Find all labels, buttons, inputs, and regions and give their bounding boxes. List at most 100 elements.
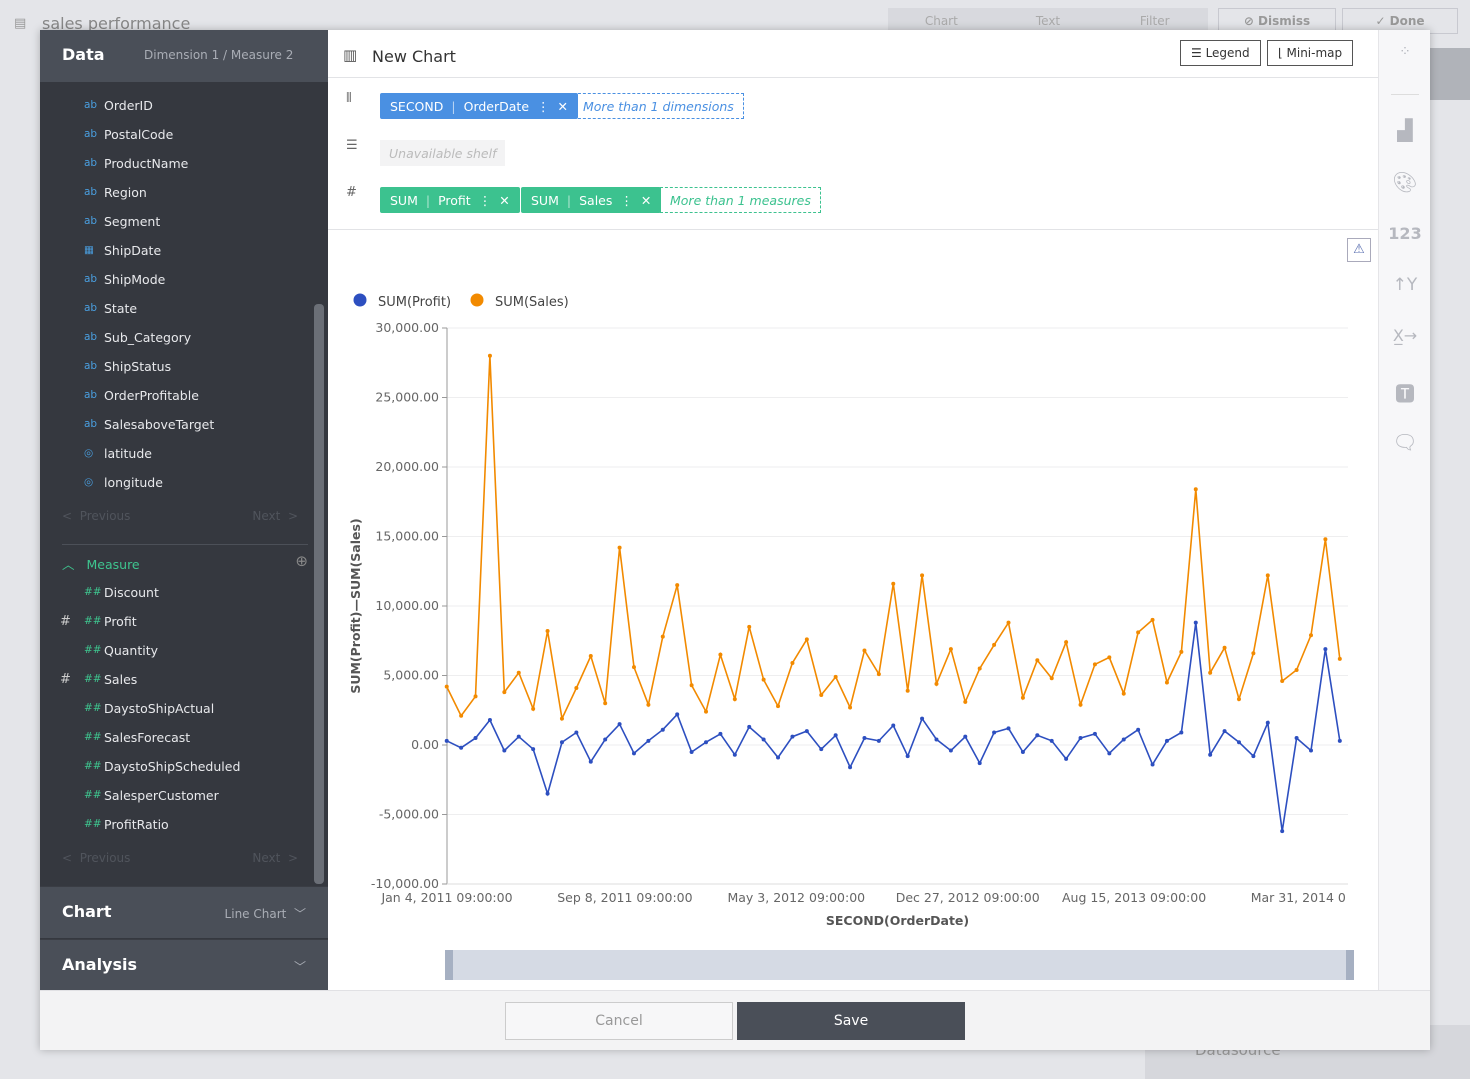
data-point bbox=[963, 734, 968, 739]
dimension-field[interactable]: ab OrderProfitable bbox=[84, 385, 199, 405]
minimap-icon: ⌊ bbox=[1278, 46, 1287, 60]
measure-pill-sales[interactable]: SUM | Sales ⋮ ✕ bbox=[521, 187, 662, 213]
legend-button[interactable]: ☰ Legend bbox=[1180, 40, 1261, 66]
minimap-button[interactable]: ⌊ Mini-map bbox=[1267, 40, 1354, 66]
dimension-field[interactable]: ab PostalCode bbox=[84, 124, 173, 144]
minimap-handle-right[interactable] bbox=[1346, 950, 1354, 980]
y-axis-title: SUM(Profit)—SUM(Sales) bbox=[348, 518, 363, 693]
geo-type-icon: ◎ bbox=[84, 476, 94, 488]
data-point bbox=[1164, 738, 1169, 743]
data-summary: Dimension 1 / Measure 2 bbox=[144, 48, 294, 62]
measure-header[interactable]: ︿ Measure ⊕ bbox=[62, 552, 308, 573]
field-list-scrollbar[interactable] bbox=[314, 304, 324, 884]
data-point bbox=[1107, 655, 1112, 660]
more-icon[interactable]: ⋮ bbox=[620, 193, 633, 208]
measure-field[interactable]: # ## Sales bbox=[60, 669, 137, 689]
measure-type-icon: ## bbox=[84, 644, 102, 656]
measure-pill-profit[interactable]: SUM | Profit ⋮ ✕ bbox=[380, 187, 520, 213]
dimension-field[interactable]: ab Region bbox=[84, 182, 147, 202]
dimension-field[interactable]: ab State bbox=[84, 298, 137, 318]
analysis-section[interactable]: Analysis ﹀ bbox=[40, 939, 328, 991]
data-point bbox=[1150, 617, 1155, 622]
data-point bbox=[631, 751, 636, 756]
dimension-field[interactable]: ab Sub_Category bbox=[84, 327, 191, 347]
previous-button[interactable]: < Previous bbox=[62, 509, 130, 523]
divider bbox=[62, 544, 308, 545]
data-point bbox=[473, 694, 478, 699]
data-point bbox=[603, 737, 608, 742]
column-shelf-hint: More than 1 dimensions bbox=[573, 93, 744, 119]
next-button[interactable]: Next > bbox=[252, 851, 298, 865]
y-tick-label: 25,000.00 bbox=[375, 390, 439, 405]
text-icon[interactable]: 🆃︎ bbox=[1379, 378, 1431, 407]
text-tool[interactable]: Text bbox=[995, 14, 1102, 28]
cancel-button[interactable]: Cancel bbox=[505, 1002, 733, 1040]
remove-icon[interactable]: ✕ bbox=[499, 193, 509, 208]
measure-field[interactable]: ## ProfitRatio bbox=[84, 814, 169, 834]
chart-tool[interactable]: Chart bbox=[888, 14, 995, 28]
chart-type-icon[interactable]: ▟ bbox=[1379, 118, 1431, 142]
more-icon[interactable]: ⋮ bbox=[537, 99, 550, 114]
line-chart[interactable]: 30,000.00 25,000.00 20,000.00 15,000.00 10,0… bbox=[328, 230, 1378, 990]
dimension-field[interactable]: ab ShipMode bbox=[84, 269, 165, 289]
measure-field[interactable]: ## SalesForecast bbox=[84, 727, 190, 747]
save-button[interactable]: Save bbox=[737, 1002, 965, 1040]
measure-type-icon: ## bbox=[84, 673, 102, 685]
data-point bbox=[732, 752, 737, 757]
add-measure-icon[interactable]: ⊕ bbox=[295, 552, 308, 570]
measure-field[interactable]: ## DaystoShipActual bbox=[84, 698, 214, 718]
data-point bbox=[718, 652, 723, 657]
dimension-field[interactable]: ab SalesaboveTarget bbox=[84, 414, 214, 434]
data-point bbox=[862, 736, 867, 741]
x-axis-title: SECOND(OrderDate) bbox=[826, 913, 969, 928]
dimension-field[interactable]: ◎ latitude bbox=[84, 443, 152, 463]
data-point bbox=[631, 665, 636, 670]
dimension-field[interactable]: ab ProductName bbox=[84, 153, 188, 173]
dimension-field[interactable]: ◎ longitude bbox=[84, 472, 163, 492]
measure-field[interactable]: # ## Profit bbox=[60, 611, 137, 631]
dimension-field[interactable]: ▦ ShipDate bbox=[84, 240, 161, 260]
measure-field[interactable]: ## DaystoShipScheduled bbox=[84, 756, 240, 776]
dimension-pill[interactable]: SECOND | OrderDate ⋮ ✕ bbox=[380, 93, 578, 119]
data-point bbox=[1236, 740, 1241, 745]
next-button[interactable]: Next > bbox=[252, 509, 298, 523]
measure-field[interactable]: ## Discount bbox=[84, 582, 159, 602]
dimension-field[interactable]: ab Segment bbox=[84, 211, 160, 231]
data-point bbox=[977, 761, 982, 766]
data-point bbox=[704, 709, 709, 714]
color-icon[interactable]: 🎨︎ bbox=[1379, 170, 1431, 194]
chart-title[interactable]: New Chart bbox=[372, 47, 456, 66]
dimension-field[interactable]: ab ShipStatus bbox=[84, 356, 171, 376]
x-axis-icon[interactable]: X̲→ bbox=[1379, 326, 1431, 345]
data-point bbox=[992, 642, 997, 647]
y-axis-icon[interactable]: ↑Y bbox=[1379, 275, 1431, 295]
filter-tool[interactable]: Filter bbox=[1101, 14, 1208, 28]
chart-section[interactable]: Chart Line Chart ﹀ bbox=[40, 886, 328, 938]
minimap-handle-left[interactable] bbox=[445, 950, 453, 980]
data-point bbox=[689, 683, 694, 688]
remove-icon[interactable]: ✕ bbox=[641, 193, 651, 208]
comment-icon[interactable]: 🗨︎ bbox=[1379, 430, 1431, 454]
data-panel-header[interactable]: Data Dimension 1 / Measure 2 bbox=[40, 30, 328, 82]
chart-workspace: ▥ New Chart ☰ Legend ⌊ Mini-map ⦀ SECOND… bbox=[328, 30, 1378, 990]
measure-field[interactable]: ## SalesperCustomer bbox=[84, 785, 219, 805]
remove-icon[interactable]: ✕ bbox=[558, 99, 568, 114]
data-point bbox=[704, 740, 709, 745]
minimap[interactable] bbox=[445, 950, 1354, 980]
data-point bbox=[920, 573, 925, 578]
dimension-field[interactable]: ab OrderID bbox=[84, 95, 153, 115]
number-format-icon[interactable]: 123 bbox=[1379, 224, 1431, 243]
previous-button[interactable]: < Previous bbox=[62, 851, 130, 865]
data-point bbox=[905, 754, 910, 759]
data-point bbox=[1251, 651, 1256, 656]
data-point bbox=[776, 704, 781, 709]
measure-field[interactable]: ## Quantity bbox=[84, 640, 158, 660]
ab-type-icon: ab bbox=[84, 128, 98, 140]
divider bbox=[1391, 94, 1419, 95]
app-topbar: ▤ sales performance Chart Text Filter ⊘ … bbox=[0, 0, 1470, 34]
data-point bbox=[1006, 620, 1011, 625]
filter-icon[interactable]: ⁘ bbox=[1379, 44, 1431, 60]
more-icon[interactable]: ⋮ bbox=[479, 193, 492, 208]
data-point bbox=[1251, 754, 1256, 759]
dismiss-icon: ⊘ bbox=[1243, 14, 1259, 28]
